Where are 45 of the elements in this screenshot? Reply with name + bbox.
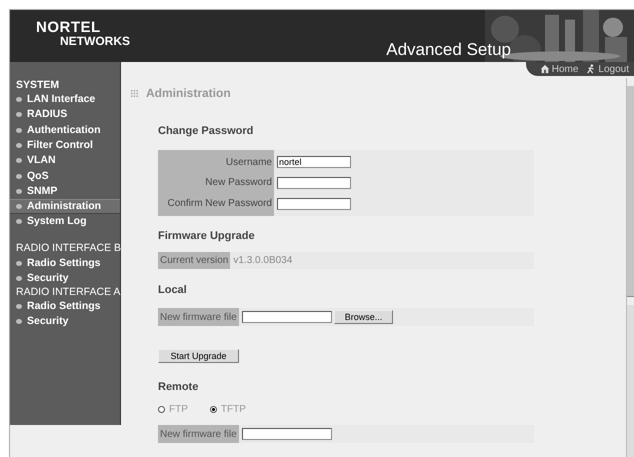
field-label: New Password xyxy=(205,177,272,188)
logo-subtext: NETWORKS xyxy=(60,35,130,47)
sidebar-item[interactable]: Security xyxy=(10,314,120,330)
grid-icon xyxy=(131,90,138,96)
file-input-field[interactable] xyxy=(242,311,332,323)
logout-link[interactable]: Logout xyxy=(586,62,629,76)
radio-button[interactable] xyxy=(210,406,217,413)
logo-text: NORTEL xyxy=(36,20,102,35)
field-label: Current version xyxy=(158,252,230,269)
radio-button[interactable] xyxy=(158,406,165,413)
sidebar-item[interactable]: Radio Settings xyxy=(10,298,120,314)
sidebar-section-title: RADIO INTERFACE B xyxy=(15,242,120,256)
home-link[interactable]: Home xyxy=(540,62,578,76)
sidebar-item[interactable]: Administration xyxy=(10,199,120,214)
sidebar-item[interactable]: RADIUS xyxy=(10,107,120,123)
sidebar-section-title: SYSTEM xyxy=(15,79,60,92)
input-field[interactable]: nortel xyxy=(277,156,351,168)
running-figure-icon xyxy=(586,64,596,74)
field-label: New firmware file xyxy=(158,425,239,443)
section-heading: Local xyxy=(158,284,188,298)
sidebar-item[interactable]: QoS xyxy=(10,168,120,184)
input-field[interactable] xyxy=(277,198,351,210)
sidebar-item[interactable]: Security xyxy=(10,270,120,286)
section-heading: Change Password xyxy=(158,125,254,139)
input-field[interactable] xyxy=(277,176,351,189)
field-label: New firmware file xyxy=(158,308,239,326)
scrollbar[interactable] xyxy=(626,78,634,457)
field-label: Confirm New Password xyxy=(168,198,272,210)
browse-button[interactable]: Browse... xyxy=(334,310,394,324)
file-input-field[interactable] xyxy=(242,428,332,440)
sidebar-item[interactable]: Filter Control xyxy=(10,138,120,154)
sidebar-item[interactable]: Authentication xyxy=(10,122,120,138)
start-upgrade-button[interactable]: Start Upgrade xyxy=(158,349,239,363)
sidebar-item[interactable]: LAN Interface xyxy=(10,92,120,108)
field-label: Username xyxy=(226,156,272,168)
sidebar-section-title: RADIO INTERFACE A xyxy=(15,286,120,299)
sidebar-item[interactable]: SNMP xyxy=(10,184,120,200)
sidebar-item[interactable]: VLAN xyxy=(10,153,120,168)
page-header-title: Advanced Setup xyxy=(386,40,511,60)
page-title: Administration xyxy=(146,86,231,100)
version-value: v1.3.0.0B034 xyxy=(233,255,292,266)
section-heading: Remote xyxy=(158,381,200,395)
sidebar-item[interactable]: System Log xyxy=(10,214,120,230)
section-heading: Firmware Upgrade xyxy=(158,230,256,244)
sidebar-item[interactable]: Radio Settings xyxy=(10,255,120,271)
